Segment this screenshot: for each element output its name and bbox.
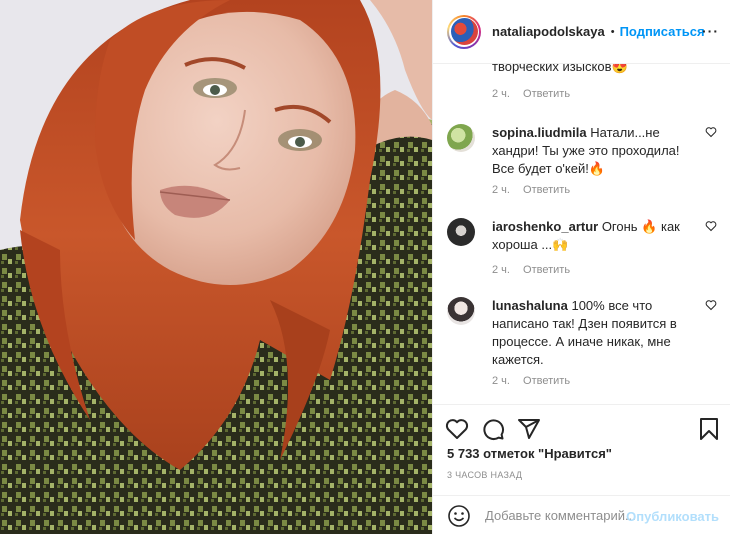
bookmark-icon[interactable] (697, 417, 721, 441)
reply-button[interactable]: Ответить (523, 264, 570, 276)
comment-time[interactable]: 2 ч. (492, 264, 510, 276)
action-icons-row (445, 415, 721, 443)
comment-item: iaroshenko_artur Огонь 🔥 как хороша ...🙌… (447, 218, 717, 288)
comment-icon[interactable] (481, 417, 505, 441)
comment-emoji: 😍 (611, 64, 628, 74)
reply-button[interactable]: Ответить (523, 375, 570, 387)
likes-count[interactable]: 5 733 отметок "Нравится" (447, 446, 612, 461)
comment-meta: 2 ч. Ответить (492, 88, 570, 100)
commenter-username[interactable]: sopina.liudmila (492, 125, 587, 140)
post-actions: 5 733 отметок "Нравится" 3 ЧАСОВ НАЗАД О… (433, 404, 730, 532)
comment-time[interactable]: 2 ч. (492, 375, 510, 387)
author-avatar[interactable] (447, 14, 481, 49)
comment-text: творческих изысков (492, 64, 612, 74)
commenter-avatar[interactable] (447, 297, 475, 325)
header-separator: • (610, 25, 615, 38)
follow-button[interactable]: Подписаться (620, 24, 705, 39)
portrait-image (0, 0, 432, 534)
commenter-username[interactable]: lunashaluna (492, 298, 568, 313)
comments-list: творческих изысков😍 2 ч. Ответить sopina… (433, 64, 730, 404)
add-comment-bar: Опубликовать (433, 495, 730, 534)
author-username[interactable]: nataliapodolskaya (492, 24, 605, 39)
comment-item: lunashaluna 100% все что написано так! Д… (447, 297, 717, 397)
comment-heart-icon[interactable] (705, 220, 717, 232)
comment-item: sopina.liudmila Натали...не хандри! Ты у… (447, 124, 717, 204)
comment-input[interactable] (485, 508, 635, 523)
commenter-username[interactable]: iaroshenko_artur (492, 219, 598, 234)
commenter-avatar[interactable] (447, 218, 475, 246)
comment-heart-icon[interactable] (705, 299, 717, 311)
comment-emoji: 🔥 (588, 161, 606, 176)
reply-button[interactable]: Ответить (523, 184, 570, 196)
comment-meta: 2 ч. Ответить (492, 184, 570, 196)
more-options-icon[interactable]: ··· (702, 23, 719, 39)
commenter-avatar[interactable] (447, 124, 475, 152)
heart-icon[interactable] (445, 417, 469, 441)
post-photo[interactable] (0, 0, 432, 534)
comment-emoji: 🙌 (552, 237, 569, 252)
comment-meta: 2 ч. Ответить (492, 375, 570, 387)
post-time[interactable]: 3 ЧАСОВ НАЗАД (447, 470, 522, 480)
post-header: nataliapodolskaya • Подписаться ··· (433, 0, 730, 64)
comment-time[interactable]: 2 ч. (492, 88, 510, 100)
comment-meta: 2 ч. Ответить (492, 264, 570, 276)
comment-time[interactable]: 2 ч. (492, 184, 510, 196)
reply-button[interactable]: Ответить (523, 88, 570, 100)
emoji-icon[interactable] (447, 504, 471, 528)
post-side-panel: nataliapodolskaya • Подписаться ··· твор… (432, 0, 730, 534)
comment-item: творческих изысков😍 2 ч. Ответить (447, 64, 717, 108)
share-icon[interactable] (517, 417, 541, 441)
publish-button[interactable]: Опубликовать (626, 509, 719, 524)
comment-heart-icon[interactable] (705, 126, 717, 138)
